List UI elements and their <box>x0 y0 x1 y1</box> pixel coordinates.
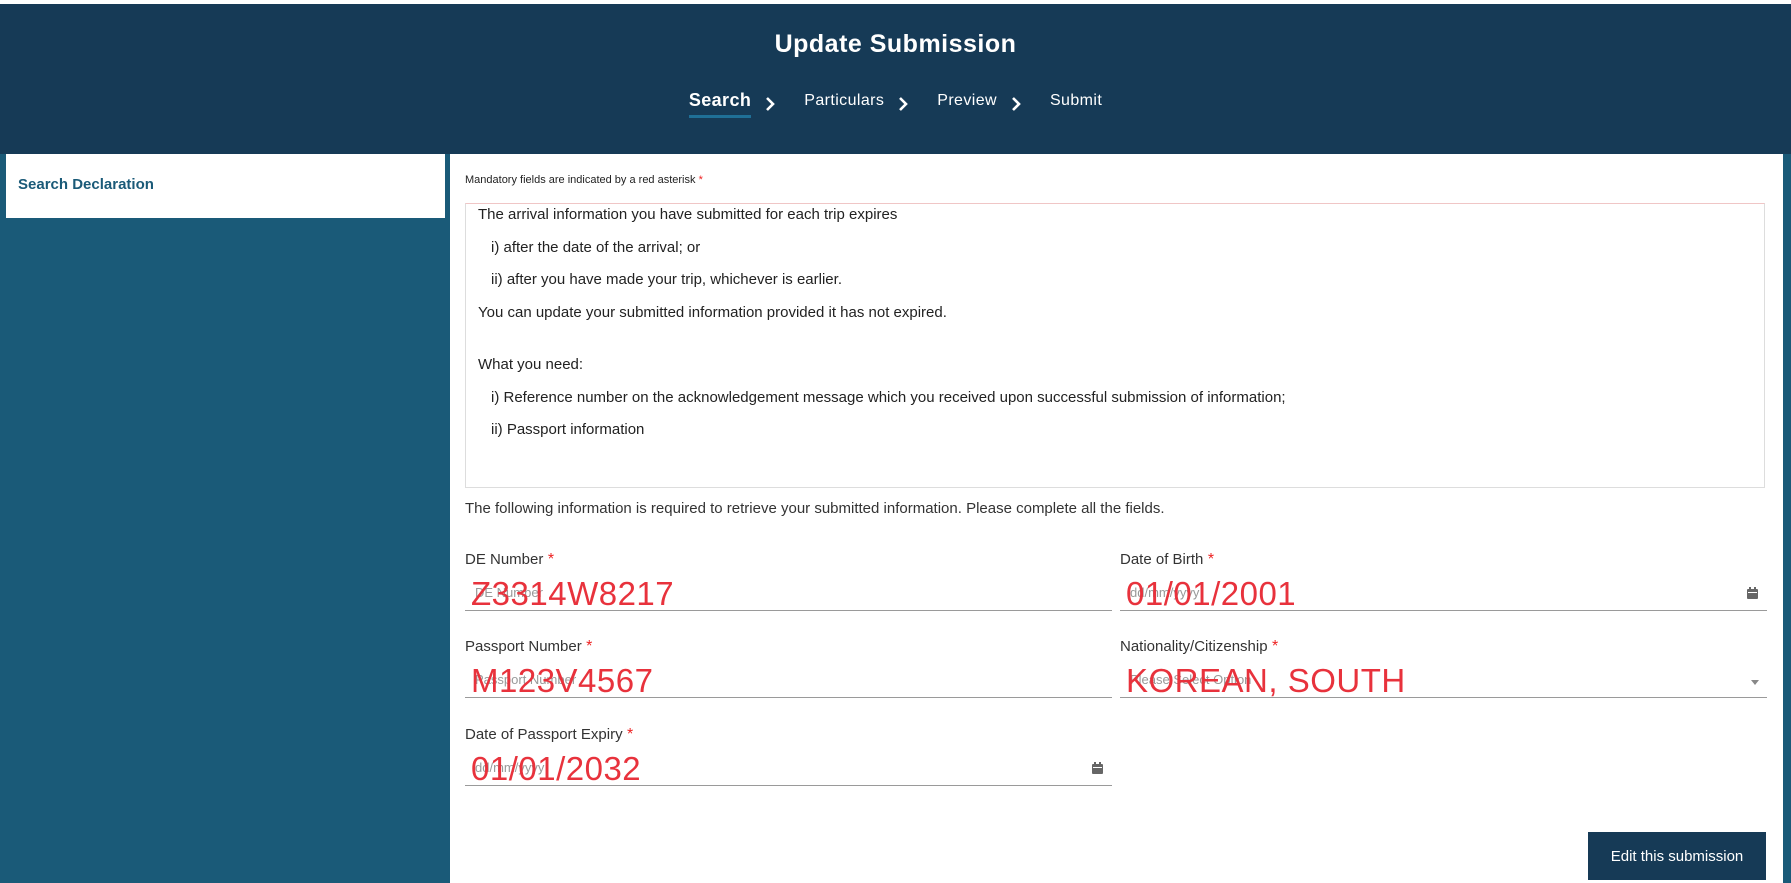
step-label: Search <box>688 90 752 118</box>
info-line: i) Reference number on the acknowledgeme… <box>491 389 1286 406</box>
dob-field[interactable]: Date of Birth * dd/mm/yyyy 01/01/2001 <box>1120 551 1767 615</box>
field-label: Passport Number <box>465 638 582 655</box>
required-asterisk: * <box>1272 638 1279 655</box>
sidebar-item-search-declaration[interactable]: Search Declaration <box>6 154 445 218</box>
right-border <box>1783 154 1791 883</box>
info-box: The arrival information you have submitt… <box>465 203 1765 488</box>
step-particulars[interactable]: Particulars <box>804 92 937 117</box>
step-preview[interactable]: Preview <box>937 92 1050 117</box>
step-submit[interactable]: Submit <box>1050 92 1102 117</box>
calendar-icon[interactable] <box>1746 587 1759 600</box>
field-underline <box>465 697 1112 698</box>
mandatory-note: Mandatory fields are indicated by a red … <box>465 174 703 186</box>
mandatory-note-text: Mandatory fields are indicated by a red … <box>465 174 696 186</box>
info-line: i) after the date of the arrival; or <box>491 239 701 256</box>
passport-number-field[interactable]: Passport Number * Passport Number M123V4… <box>465 638 1112 702</box>
passport-expiry-value: 01/01/2032 <box>471 750 642 787</box>
page-header: Update Submission Search Particulars Pre… <box>0 4 1791 154</box>
page-title: Update Submission <box>774 30 1017 58</box>
calendar-icon[interactable] <box>1091 762 1104 775</box>
required-asterisk: * <box>627 726 634 743</box>
passport-value: M123V4567 <box>471 662 654 699</box>
required-asterisk: * <box>547 551 555 568</box>
main-content: Mandatory fields are indicated by a red … <box>450 154 1783 883</box>
nationality-value: KOREAN, SOUTH <box>1126 662 1406 699</box>
sidebar: Search Declaration <box>0 154 450 883</box>
required-asterisk: * <box>1207 551 1215 568</box>
field-underline <box>465 785 1112 786</box>
edit-submission-button[interactable]: Edit this submission <box>1588 832 1766 880</box>
dob-value: 01/01/2001 <box>1126 575 1297 612</box>
caret-down-icon[interactable] <box>1751 680 1759 685</box>
stepper: Search Particulars Preview Submit <box>0 90 1791 118</box>
required-asterisk: * <box>586 638 593 655</box>
info-line: ii) Passport information <box>491 421 645 438</box>
de-number-value: Z3314W8217 <box>471 575 675 612</box>
step-search[interactable]: Search <box>688 90 804 118</box>
passport-expiry-field[interactable]: Date of Passport Expiry * dd/mm/yyyy 01/… <box>465 726 1112 790</box>
step-label: Submit <box>1049 91 1103 109</box>
field-underline <box>465 610 1112 611</box>
info-line: ii) after you have made your trip, which… <box>491 271 842 288</box>
chevron-right-icon <box>766 97 776 111</box>
field-label: Date of Passport Expiry <box>465 726 623 743</box>
info-line: You can update your submitted informatio… <box>478 304 947 321</box>
step-label: Particulars <box>804 91 885 109</box>
field-underline <box>1120 697 1767 698</box>
info-line: What you need: <box>478 356 584 373</box>
nationality-select[interactable]: Nationality/Citizenship * Please Select … <box>1120 638 1767 702</box>
info-line: The arrival information you have submitt… <box>478 206 898 223</box>
instructions-text: The following information is required to… <box>465 500 1165 517</box>
field-label: DE Number <box>465 551 544 568</box>
field-label: Nationality/Citizenship <box>1120 638 1268 655</box>
step-label: Preview <box>937 91 997 109</box>
de-number-field[interactable]: DE Number * DE Number Z3314W8217 <box>465 551 1112 615</box>
chevron-right-icon <box>899 97 909 111</box>
required-asterisk: * <box>698 174 703 186</box>
field-underline <box>1120 610 1767 611</box>
chevron-right-icon <box>1012 97 1021 111</box>
field-label: Date of Birth <box>1120 551 1204 568</box>
